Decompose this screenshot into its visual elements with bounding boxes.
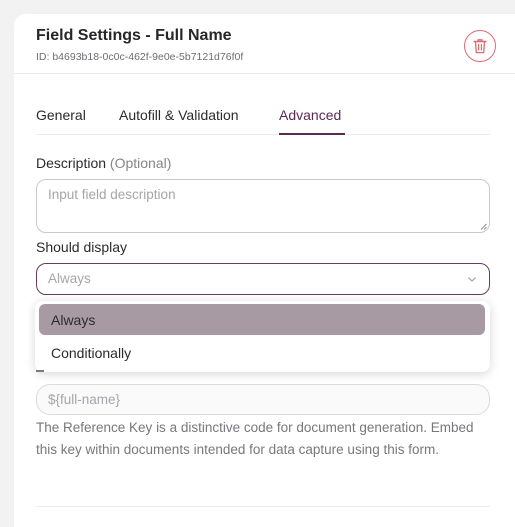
field-settings-panel: Field Settings - Full Name ID: b4693b18-…: [14, 14, 515, 527]
reference-key-help: The Reference Key is a distinctive code …: [36, 420, 474, 457]
resize-handle-icon[interactable]: [480, 223, 487, 230]
field-id: ID: b4693b18-0c0c-462f-9e0e-5b7121d76f0f: [36, 51, 244, 63]
tab-general[interactable]: General: [36, 107, 86, 123]
option-always[interactable]: Always: [39, 304, 485, 335]
should-display-select[interactable]: Always: [36, 263, 490, 295]
reference-key-label-partial: [36, 370, 44, 372]
description-label-text: Description: [36, 155, 107, 171]
description-placeholder: Input field description: [48, 187, 176, 202]
panel-header: Field Settings - Full Name ID: b4693b18-…: [14, 14, 515, 74]
section-divider: [36, 506, 490, 507]
should-display-value: Always: [48, 271, 91, 286]
optional-hint: (Optional): [109, 155, 172, 171]
active-tab-indicator: [279, 133, 345, 135]
settings-tabs: General Autofill & Validation Advanced: [36, 99, 490, 135]
should-display-label: Should display: [36, 239, 128, 255]
description-label: Description (Optional): [36, 155, 171, 171]
should-display-dropdown: Always Conditionally: [35, 301, 490, 372]
tab-autofill-validation[interactable]: Autofill & Validation: [119, 107, 239, 123]
chevron-down-icon: [468, 277, 476, 282]
panel-title: Field Settings - Full Name: [36, 27, 232, 44]
trash-icon: [473, 39, 487, 54]
reference-key-value: ${full-name}: [48, 392, 121, 407]
tab-advanced[interactable]: Advanced: [279, 107, 341, 123]
option-conditionally[interactable]: Conditionally: [39, 337, 485, 368]
delete-field-button[interactable]: [464, 30, 496, 62]
reference-key-input: ${full-name}: [36, 384, 490, 415]
description-textarea[interactable]: Input field description: [36, 179, 490, 233]
